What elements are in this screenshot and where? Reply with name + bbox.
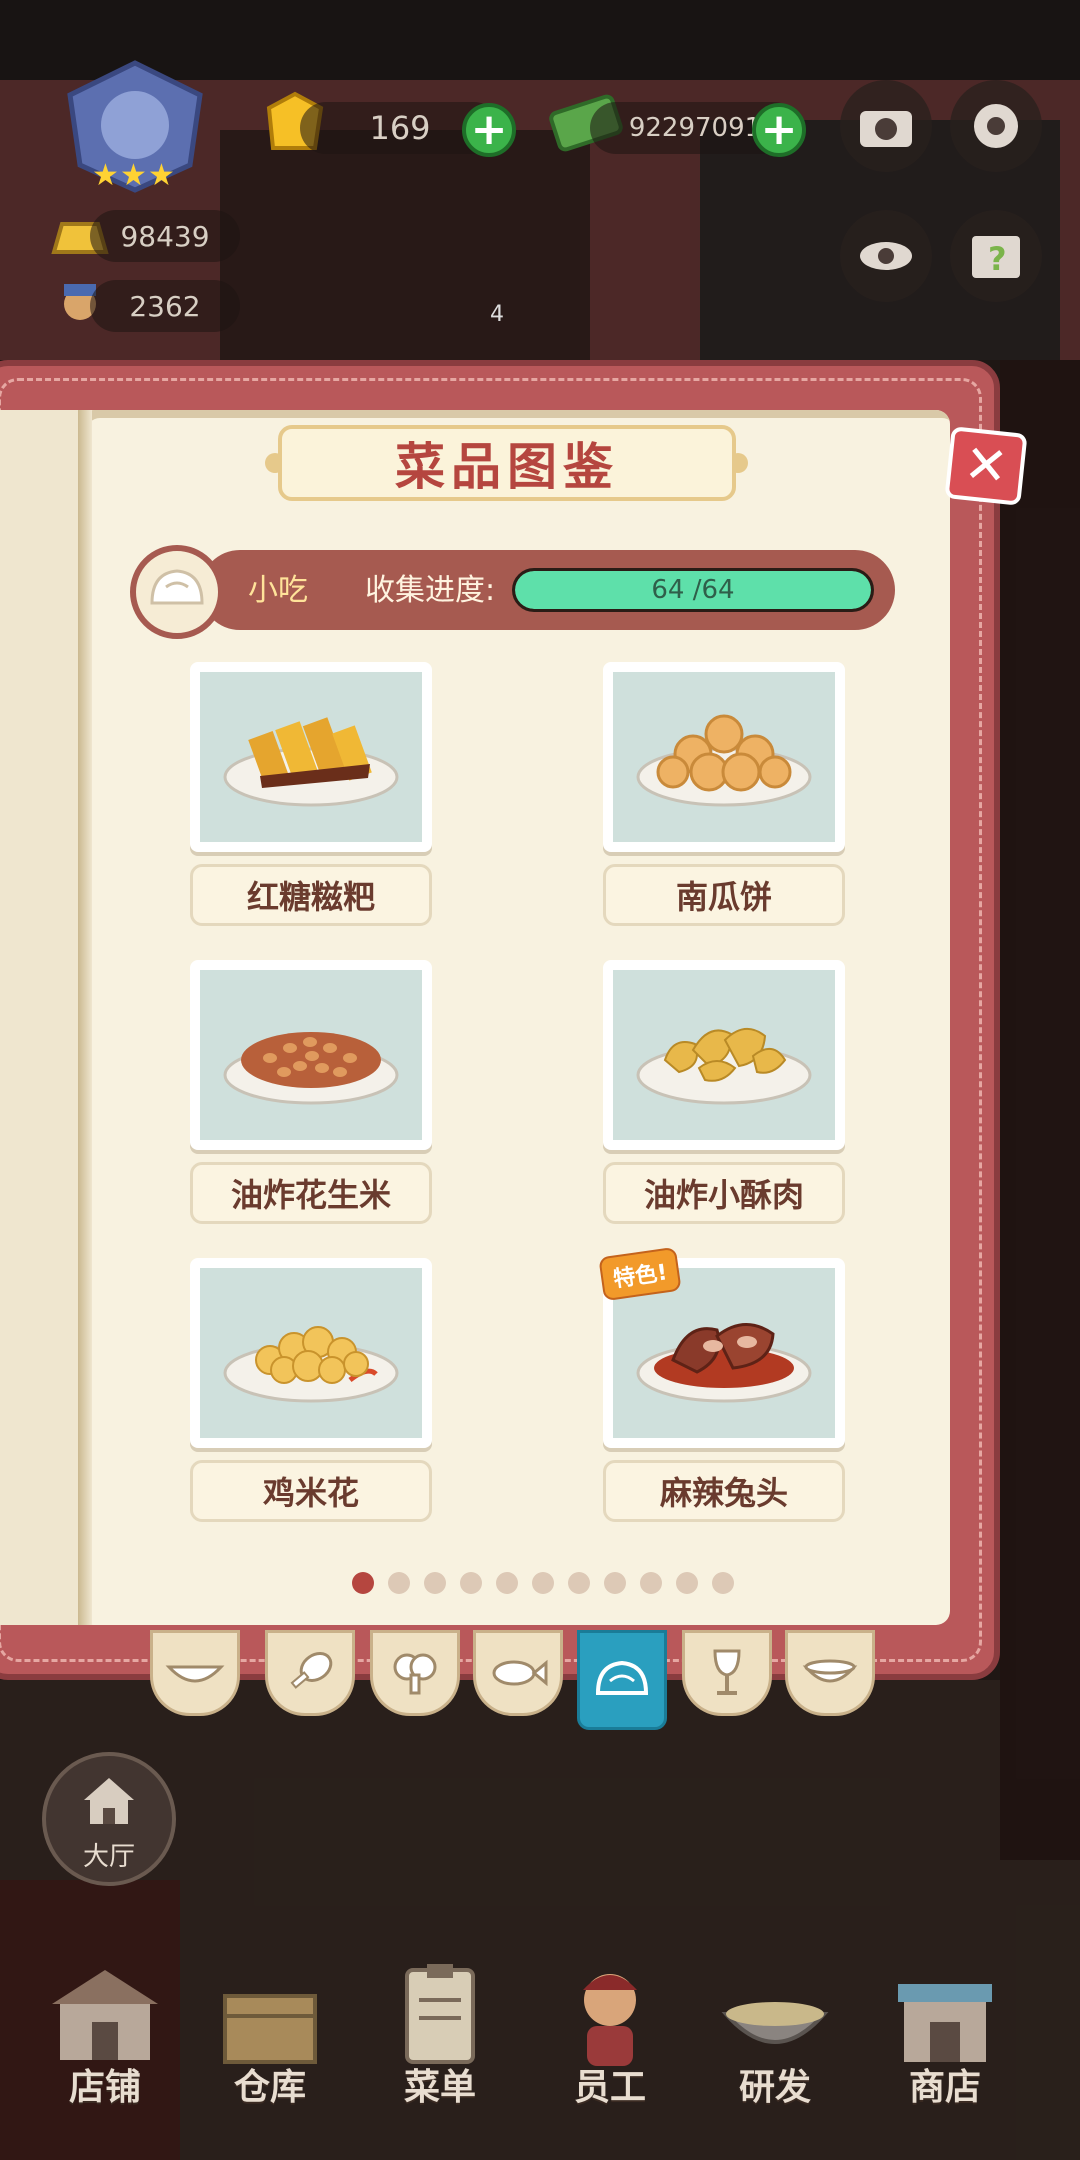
help-book-icon[interactable]: ? — [950, 210, 1042, 302]
store-icon — [898, 1984, 992, 2062]
bun-icon — [595, 1660, 649, 1695]
page-dot[interactable] — [532, 1572, 554, 1594]
nav-label: 仓库 — [233, 2067, 306, 2108]
dish-name: 麻辣兔头 — [603, 1460, 845, 1522]
svg-text:★: ★ — [148, 158, 175, 193]
page-indicator[interactable] — [352, 1572, 734, 1594]
hall-label: 大厅 — [82, 1842, 135, 1872]
page-dot[interactable] — [568, 1572, 590, 1594]
page-dot[interactable] — [712, 1572, 734, 1594]
svg-text:?: ? — [988, 240, 1007, 278]
dish-image-fried-peanuts — [223, 1032, 399, 1105]
collection-progress-text: 64 /64 — [651, 575, 735, 605]
nav-warehouse[interactable]: 仓库 — [195, 1960, 345, 2110]
soup-bowl-icon — [802, 1659, 858, 1683]
dish-name: 红糖糍粑 — [190, 864, 432, 926]
page-dot[interactable] — [604, 1572, 626, 1594]
nav-label: 商店 — [908, 2067, 981, 2108]
tab-snacks[interactable] — [577, 1630, 667, 1730]
add-gems-button[interactable]: + — [462, 103, 516, 157]
dish-name: 鸡米花 — [190, 1460, 432, 1522]
camera-icon[interactable] — [840, 80, 932, 172]
dish-image-crispy-pork — [636, 1028, 812, 1105]
collection-progress-label: 收集进度: — [365, 573, 496, 608]
nav-label: 员工 — [573, 2067, 646, 2108]
dish-name: 油炸花生米 — [190, 1162, 432, 1224]
svg-text:★: ★ — [120, 158, 147, 193]
dish-image-brown-sugar-ciba — [223, 717, 399, 807]
add-cash-button[interactable]: + — [752, 103, 806, 157]
page-dot[interactable] — [496, 1572, 518, 1594]
gear-icon[interactable] — [950, 80, 1042, 172]
wine-glass-icon — [713, 1649, 741, 1695]
dish-name: 油炸小酥肉 — [603, 1162, 845, 1224]
fish-icon — [492, 1659, 548, 1687]
nav-label: 菜单 — [403, 2067, 476, 2108]
drumstick-icon — [290, 1652, 333, 1689]
storefront-icon — [52, 1970, 158, 2060]
svg-text:★: ★ — [92, 158, 119, 193]
dish-name: 南瓜饼 — [603, 864, 845, 926]
restaurant-rank-badge[interactable]: ★ ★ ★ — [50, 55, 220, 195]
nav-menu[interactable]: 菜单 — [365, 1960, 515, 2110]
nav-staff[interactable]: 员工 — [535, 1960, 685, 2110]
category-label: 小吃 — [248, 573, 308, 608]
eye-icon[interactable] — [840, 210, 932, 302]
page-dot[interactable] — [640, 1572, 662, 1594]
wok-research-icon — [721, 2002, 829, 2044]
page-dot[interactable] — [352, 1572, 374, 1594]
page-title: 菜品图鉴 — [278, 425, 736, 501]
gold-counter: 98439 — [90, 210, 240, 262]
close-button[interactable]: ✕ — [944, 426, 1028, 506]
tab-vegetable[interactable] — [370, 1630, 460, 1716]
staff-member-icon — [583, 1974, 637, 2066]
page-dot[interactable] — [388, 1572, 410, 1594]
page-dot[interactable] — [424, 1572, 446, 1594]
nav-label: 店铺 — [68, 2067, 141, 2108]
page-dot[interactable] — [676, 1572, 698, 1594]
nav-label: 研发 — [738, 2067, 811, 2108]
nav-store[interactable]: 商店 — [870, 1960, 1020, 2110]
bun-icon — [130, 545, 224, 639]
clipboard-icon — [405, 1964, 475, 2064]
broccoli-icon — [393, 1653, 437, 1695]
book-spine — [78, 410, 92, 1625]
wok-icon — [165, 1665, 225, 1683]
page-dot[interactable] — [460, 1572, 482, 1594]
nav-shop-front[interactable]: 店铺 — [30, 1960, 180, 2110]
tab-seafood[interactable] — [473, 1630, 563, 1716]
tab-meat[interactable] — [265, 1630, 355, 1716]
tab-wok[interactable] — [150, 1630, 240, 1716]
staff-counter: 2362 — [90, 280, 240, 332]
building-icon — [84, 1778, 134, 1824]
tab-drinks[interactable] — [682, 1630, 772, 1716]
dish-image-pumpkin-cake — [636, 714, 812, 807]
crate-icon — [223, 1994, 317, 2064]
nav-research[interactable]: 研发 — [700, 1960, 850, 2110]
dish-image-popcorn-chicken — [223, 1326, 399, 1403]
tab-soup[interactable] — [785, 1630, 875, 1716]
featured-dish-counter: 4 — [490, 302, 504, 327]
